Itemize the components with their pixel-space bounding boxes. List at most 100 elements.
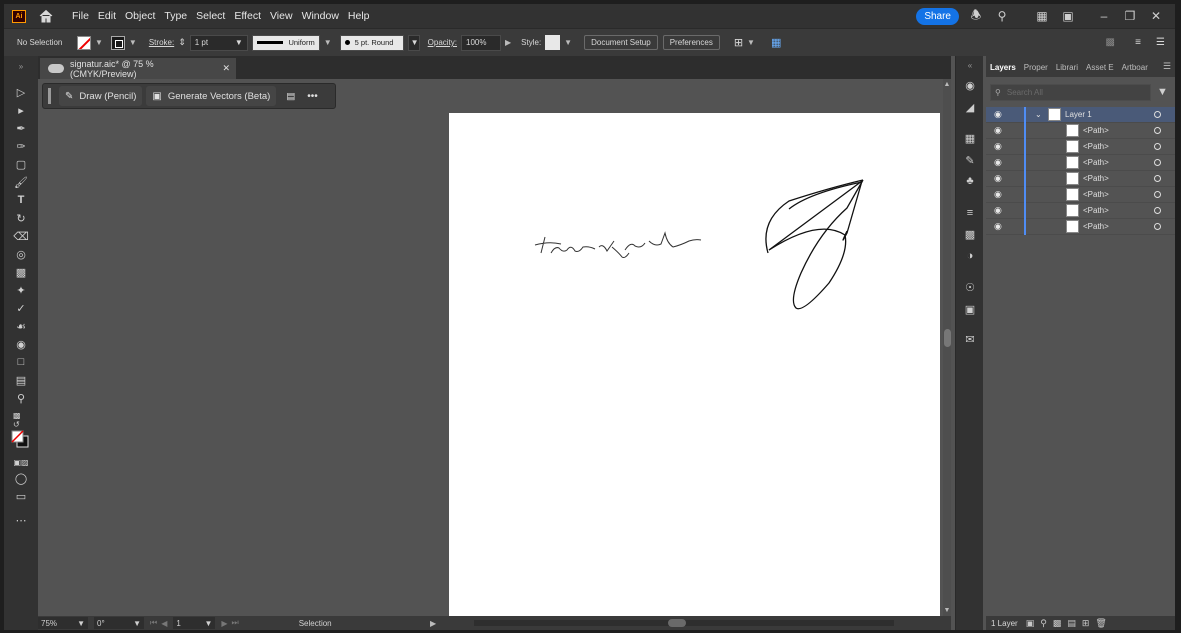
- target-icon[interactable]: [1154, 175, 1161, 182]
- eye-icon[interactable]: ◉: [994, 222, 1004, 231]
- color-guide-icon[interactable]: ◉: [963, 78, 977, 92]
- tab-libraries[interactable]: Librari: [1052, 63, 1082, 77]
- scroll-up-icon[interactable]: ▲: [943, 81, 951, 88]
- chevron-down-icon[interactable]: ▼: [129, 38, 137, 47]
- path-row[interactable]: ◉ <Path>: [986, 123, 1175, 139]
- delete-layer-icon[interactable]: 🗑: [1095, 618, 1106, 629]
- stroke-panel-icon[interactable]: ≡: [963, 206, 977, 220]
- tab-asset-export[interactable]: Asset E: [1082, 63, 1118, 77]
- more-tools-icon[interactable]: ⋯: [13, 512, 29, 528]
- symbols-icon[interactable]: ♣: [963, 174, 977, 188]
- home-icon[interactable]: [38, 8, 54, 24]
- layers-search-input[interactable]: ⚲ Search All: [990, 83, 1151, 101]
- screen-mode-icon[interactable]: ▭: [13, 488, 29, 504]
- comments-icon[interactable]: ✉: [963, 332, 977, 346]
- restore-icon[interactable]: ❐: [1123, 9, 1137, 23]
- appearance-icon[interactable]: ☉: [963, 280, 977, 294]
- draw-pencil-button[interactable]: ✎ Draw (Pencil): [59, 86, 143, 106]
- path-row[interactable]: ◉ <Path>: [986, 203, 1175, 219]
- symbol-sprayer-icon[interactable]: ◉: [13, 336, 29, 352]
- menu-file[interactable]: File: [72, 10, 89, 22]
- eye-icon[interactable]: ◉: [994, 142, 1004, 151]
- rotation-field[interactable]: 0° ▼: [94, 617, 144, 629]
- more-options-icon[interactable]: •••: [307, 91, 318, 102]
- blend-tool-icon[interactable]: ☙: [13, 318, 29, 334]
- path-name[interactable]: <Path>: [1083, 206, 1109, 215]
- zoom-tool-icon[interactable]: ⚲: [13, 390, 29, 406]
- menu-view[interactable]: View: [270, 10, 293, 22]
- chevron-down-icon[interactable]: ▼: [324, 38, 332, 47]
- tab-layers[interactable]: Layers: [986, 63, 1020, 77]
- document-setup-button[interactable]: Document Setup: [584, 35, 658, 50]
- drag-handle[interactable]: [48, 88, 51, 104]
- chevron-down-icon[interactable]: ▼: [95, 38, 103, 47]
- fill-stroke-indicator[interactable]: [11, 430, 29, 448]
- menu-edit[interactable]: Edit: [98, 10, 116, 22]
- target-icon[interactable]: [1154, 207, 1161, 214]
- layer-name[interactable]: Layer 1: [1065, 110, 1092, 119]
- stroke-swatch[interactable]: [110, 35, 125, 50]
- next-artboard-icon[interactable]: ▶: [221, 619, 227, 628]
- minimize-icon[interactable]: –: [1097, 9, 1111, 23]
- chevron-down-icon[interactable]: ▼: [747, 38, 755, 47]
- new-layer-icon[interactable]: ⊞: [1082, 618, 1090, 629]
- generate-vectors-button[interactable]: ▣ Generate Vectors (Beta): [146, 86, 277, 106]
- arrange-documents-icon[interactable]: ▣: [1061, 9, 1075, 23]
- pen-tool-icon[interactable]: ✒: [13, 120, 29, 136]
- eye-icon[interactable]: ◉: [994, 190, 1004, 199]
- zoom-field[interactable]: 75% ▼: [38, 617, 88, 629]
- workspace-switcher-icon[interactable]: ▦: [1035, 9, 1049, 23]
- eraser-tool-icon[interactable]: ⌫: [13, 228, 29, 244]
- chevron-down-icon[interactable]: ⌄: [1035, 110, 1042, 119]
- eye-icon[interactable]: ◉: [994, 110, 1004, 119]
- swatches-icon[interactable]: ▦: [963, 131, 977, 145]
- direct-selection-tool-icon[interactable]: ▸: [13, 102, 29, 118]
- graphic-style-swatch[interactable]: [545, 35, 561, 50]
- layer-row[interactable]: ◉ ⌄ Layer 1: [986, 107, 1175, 123]
- path-name[interactable]: <Path>: [1083, 158, 1109, 167]
- brushes-icon[interactable]: ✎: [963, 153, 977, 167]
- path-row[interactable]: ◉ <Path>: [986, 219, 1175, 235]
- graph-tool-icon[interactable]: ▤: [13, 372, 29, 388]
- menu-object[interactable]: Object: [125, 10, 155, 22]
- path-name[interactable]: <Path>: [1083, 222, 1109, 231]
- menu-effect[interactable]: Effect: [234, 10, 261, 22]
- scroll-thumb[interactable]: [944, 329, 951, 347]
- close-window-icon[interactable]: ✕: [1149, 9, 1163, 23]
- first-artboard-icon[interactable]: ⏮: [150, 618, 157, 628]
- align-icon[interactable]: ⊞: [734, 36, 743, 49]
- scroll-down-icon[interactable]: ▼: [943, 607, 951, 614]
- transform-icon[interactable]: ▩: [1106, 37, 1115, 48]
- chevron-right-icon[interactable]: ▶: [505, 38, 511, 47]
- stroke-weight-field[interactable]: 1 pt ▼: [189, 34, 248, 51]
- recolor-icon[interactable]: ▦: [771, 36, 781, 49]
- target-icon[interactable]: [1154, 143, 1161, 150]
- eye-icon[interactable]: ◉: [994, 206, 1004, 215]
- graphic-styles-icon[interactable]: ▣: [963, 302, 977, 316]
- transparency-icon[interactable]: ◑: [963, 249, 977, 263]
- rectangle-tool-icon[interactable]: ▢: [13, 156, 29, 172]
- panel-menu-icon[interactable]: ☰: [1156, 37, 1165, 48]
- search-icon[interactable]: ⚲: [995, 9, 1009, 23]
- target-icon[interactable]: [1154, 127, 1161, 134]
- fill-swatch[interactable]: [77, 35, 91, 50]
- document-tab[interactable]: signatur.aic* @ 75 % (CMYK/Preview) ✕: [40, 58, 236, 79]
- artboard-navigation[interactable]: 1 ▼: [173, 617, 216, 629]
- rotate-tool-icon[interactable]: ↻: [13, 210, 29, 226]
- path-name[interactable]: <Path>: [1083, 126, 1109, 135]
- brush-definition[interactable]: 5 pt. Round: [339, 34, 404, 51]
- collapse-dock-icon[interactable]: «: [963, 58, 977, 72]
- target-icon[interactable]: [1154, 111, 1161, 118]
- menu-window[interactable]: Window: [302, 10, 339, 22]
- eye-icon[interactable]: ◉: [994, 126, 1004, 135]
- type-tool-icon[interactable]: T: [13, 192, 29, 208]
- path-row[interactable]: ◉ <Path>: [986, 155, 1175, 171]
- make-clipping-mask-icon[interactable]: ▩: [1053, 618, 1062, 629]
- signature-artwork[interactable]: [449, 113, 940, 616]
- curvature-tool-icon[interactable]: ✑: [13, 138, 29, 154]
- opacity-label[interactable]: Opacity:: [428, 38, 457, 47]
- tab-artboards[interactable]: Artboar: [1118, 63, 1152, 77]
- vertical-scrollbar[interactable]: ▲ ▼: [943, 79, 951, 616]
- discover-icon[interactable]: 🕭: [969, 8, 983, 23]
- color-mode-icon[interactable]: ▣▨: [13, 454, 29, 470]
